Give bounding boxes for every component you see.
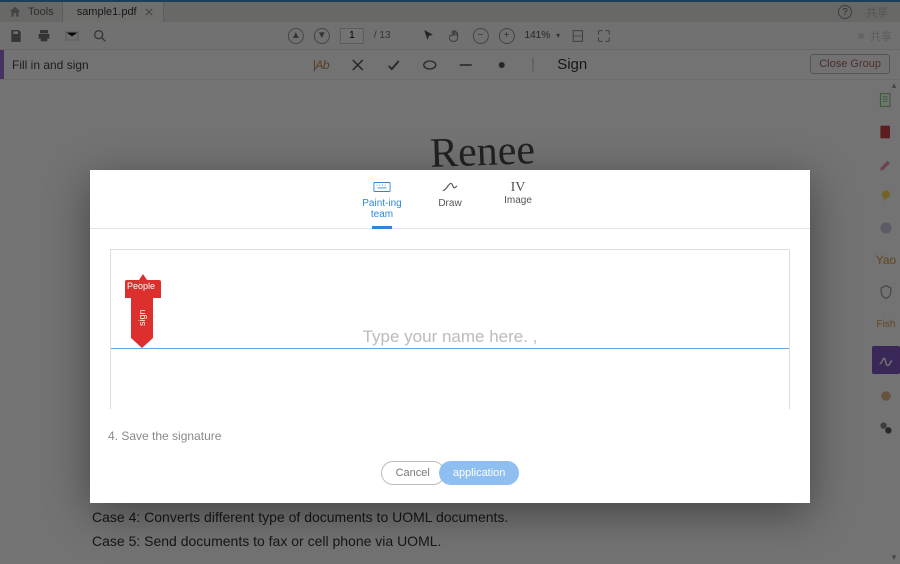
tab-type[interactable]: Paint-ing team: [362, 180, 402, 220]
signature-modal-tabs: Paint-ing team Draw IV Image: [90, 170, 810, 229]
pencil-icon: [441, 180, 459, 194]
modal-buttons: Cancel application: [90, 461, 810, 503]
signature-name-input[interactable]: Type your name here. ,: [111, 327, 789, 347]
apply-button[interactable]: application: [439, 461, 520, 485]
keyboard-icon: [373, 180, 391, 194]
tab-draw[interactable]: Draw: [430, 180, 470, 220]
modal-overlay: Renee Paint-ing team Draw IV Image Peopl…: [0, 0, 900, 564]
signature-modal: Paint-ing team Draw IV Image People sign…: [90, 170, 810, 503]
step-instruction: 4. Save the signature: [108, 429, 810, 443]
signature-baseline: [111, 348, 789, 349]
signature-canvas: People sign Type your name here. ,: [110, 249, 790, 409]
image-icon: IV: [498, 180, 538, 196]
cancel-button[interactable]: Cancel: [381, 461, 445, 485]
tab-image[interactable]: IV Image: [498, 180, 538, 220]
